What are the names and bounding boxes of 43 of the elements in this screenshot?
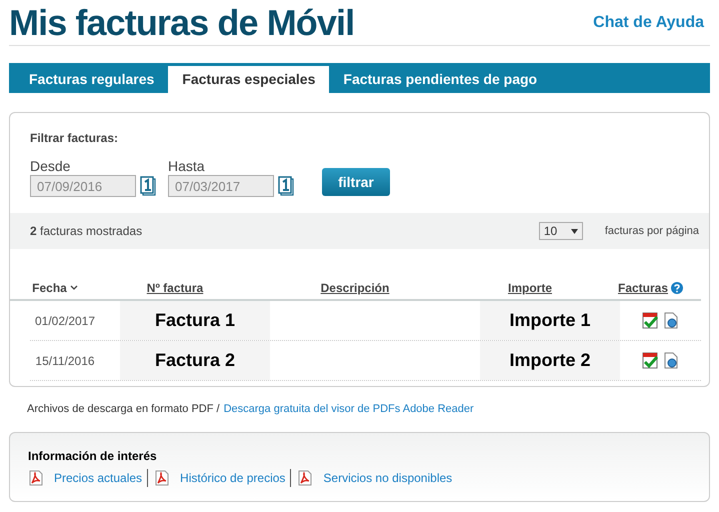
- per-page-label: facturas por página: [604, 224, 699, 239]
- document-check-icon[interactable]: [642, 312, 659, 329]
- date-label: Hasta: [168, 157, 206, 175]
- pdf-note: Archivos de descarga en formato PDF /: [27, 402, 220, 417]
- pdf-icon: [28, 470, 44, 486]
- tab[interactable]: Facturas especiales: [168, 66, 330, 93]
- page-title: Mis facturas de Móvil: [9, 5, 354, 45]
- date-field[interactable]: 07/09/2016: [30, 175, 136, 197]
- table-cell: Factura 2: [120, 341, 270, 380]
- invoice-count: 2 facturas mostradas: [30, 223, 142, 240]
- document-globe-icon[interactable]: [663, 312, 679, 329]
- table-cell: Importe 2: [480, 341, 620, 380]
- column-header[interactable]: Facturas: [618, 279, 668, 297]
- tab[interactable]: Facturas pendientes de pago: [333, 66, 548, 93]
- filter-label: Filtrar facturas:: [30, 130, 120, 147]
- table-cell: Importe 1: [480, 301, 620, 340]
- help-chat-link[interactable]: Chat de Ayuda: [593, 11, 710, 45]
- column-header[interactable]: Importe: [508, 279, 552, 297]
- info-title: Información de interés: [28, 448, 158, 464]
- pdf-link[interactable]: Precios actuales: [54, 468, 142, 486]
- caret-icon: [570, 228, 578, 234]
- calendar-icon[interactable]: [278, 176, 294, 196]
- adobe-reader-link[interactable]: Descarga gratuita del visor de PDFs Adobe Reader: [224, 401, 474, 418]
- date-label: Desde: [30, 157, 72, 175]
- table-cell: Factura 1: [120, 301, 270, 340]
- date-field[interactable]: 07/03/2017: [168, 175, 274, 197]
- page-size-select[interactable]: 10: [538, 222, 583, 240]
- table-cell-text: 01/02/2017: [34, 312, 96, 330]
- sort-caret-icon[interactable]: [70, 285, 78, 291]
- column-header[interactable]: Fecha: [32, 279, 67, 297]
- filter-button[interactable]: filtrar: [322, 168, 390, 196]
- pdf-icon: [297, 470, 314, 486]
- column-header[interactable]: Nº factura: [146, 279, 204, 297]
- tab[interactable]: Facturas regulares: [19, 66, 164, 93]
- pdf-link[interactable]: Servicios no disponibles: [323, 468, 452, 486]
- document-globe-icon[interactable]: [663, 352, 679, 369]
- column-header[interactable]: Descripción: [320, 279, 390, 297]
- document-check-icon[interactable]: [642, 352, 659, 369]
- calendar-icon[interactable]: [140, 176, 156, 196]
- table-cell-text: 15/11/2016: [34, 352, 96, 370]
- help-icon[interactable]: [671, 282, 684, 294]
- pdf-icon: [154, 470, 170, 486]
- pdf-link[interactable]: Histórico de precios: [180, 468, 286, 486]
